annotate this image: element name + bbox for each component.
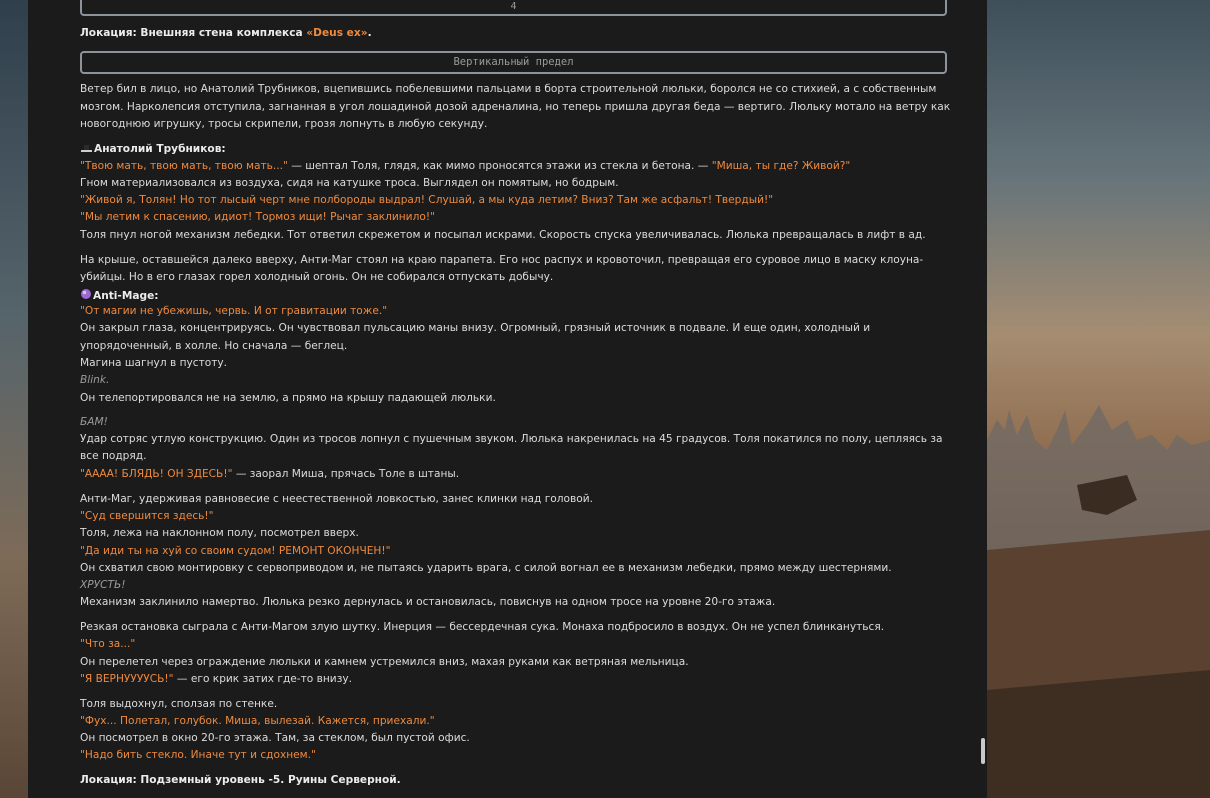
location-prefix: Локация: Внешняя стена комплекса bbox=[80, 27, 307, 39]
quote: "Твою мать, твою мать, твою мать..." bbox=[80, 160, 288, 172]
purple-orb-icon bbox=[80, 288, 92, 303]
dialogue-line: "Надо бить стекло. Иначе тут и сдохнем." bbox=[80, 749, 316, 761]
location-suffix: . bbox=[367, 27, 372, 39]
paragraph-line: Удар сотряс утлую конструкцию. Один из т… bbox=[80, 433, 943, 445]
narration: — заорал Миша, прячась Толе в штаны. bbox=[232, 468, 460, 480]
scrollbar-thumb[interactable] bbox=[981, 738, 985, 764]
dialogue-line: "Мы летим к спасению, идиот! Тормоз ищи!… bbox=[80, 211, 435, 223]
paragraph-line: Он закрыл глаза, концентрируясь. Он чувс… bbox=[80, 322, 871, 334]
page-number-box: 4 bbox=[80, 0, 947, 16]
paragraph-line: Он телепортировался не на землю, а прямо… bbox=[80, 392, 496, 404]
location-highlight: «Deus ex» bbox=[306, 27, 368, 39]
dialogue-line: "Суд свершится здесь!" bbox=[80, 510, 214, 522]
paragraph-line: Ветер бил в лицо, но Анатолий Трубников,… bbox=[80, 83, 937, 95]
quote: "Миша, ты где? Живой?" bbox=[711, 160, 851, 172]
paragraph-line: Он схватил свою монтировку с сервопривод… bbox=[80, 562, 892, 574]
speaker-name: Anti-Mage: bbox=[93, 290, 159, 302]
sfx-line: Blink. bbox=[80, 374, 110, 386]
paragraph-line: все подряд. bbox=[80, 450, 147, 462]
location-line: Локация: Подземный уровень -5. Руины Сер… bbox=[80, 774, 401, 786]
page-number: 4 bbox=[510, 1, 517, 12]
quote: "Я ВЕРНУУУУСЬ!" bbox=[80, 673, 174, 685]
paragraph-line: упорядоченный, в холле. Но сначала — бег… bbox=[80, 340, 348, 352]
paragraph-line: Механизм заклинило намертво. Люлька резк… bbox=[80, 596, 776, 608]
paragraph-line: новогоднюю игрушку, тросы скрипели, гроз… bbox=[80, 118, 488, 130]
paragraph-line: Резкая остановка сыграла с Анти-Магом зл… bbox=[80, 621, 885, 633]
dialogue-line: "Я ВЕРНУУУУСЬ!" — его крик затих где-то … bbox=[80, 673, 352, 685]
location-line: Локация: Внешняя стена комплекса «Deus e… bbox=[80, 27, 372, 39]
paragraph-line: Анти-Маг, удерживая равновесие с неестес… bbox=[80, 493, 594, 505]
background-left-strip bbox=[0, 0, 28, 798]
paragraph-line: Толя выдохнул, сползая по стенке. bbox=[80, 698, 278, 710]
chapter-title-box: Вертикальный предел bbox=[80, 51, 947, 74]
paragraph-line: убийцы. Но в его глазах горел холодный о… bbox=[80, 271, 554, 283]
paragraph-line: Толя, лежа на наклонном полу, посмотрел … bbox=[80, 527, 359, 539]
dialogue-line: "От магии не убежишь, червь. И от гравит… bbox=[80, 305, 388, 317]
quote: "АААА! БЛЯДЬ! ОН ЗДЕСЬ!" bbox=[80, 468, 233, 480]
speaker-line: Анатолий Трубников: bbox=[80, 143, 226, 156]
dialogue-line: "Живой я, Толян! Но тот лысый черт мне п… bbox=[80, 194, 774, 206]
paragraph-line: мозгом. Нарколепсия отступила, загнанная… bbox=[80, 101, 951, 113]
dialogue-line: "Фух... Полетал, голубок. Миша, вылезай.… bbox=[80, 715, 435, 727]
chapter-title: Вертикальный предел bbox=[453, 56, 574, 68]
dialogue-line: "Твою мать, твою мать, твою мать..." — ш… bbox=[80, 160, 850, 172]
paragraph-line: На крыше, оставшейся далеко вверху, Анти… bbox=[80, 254, 924, 266]
dialogue-line: "Что за..." bbox=[80, 638, 136, 650]
paragraph-line: Он посмотрел в окно 20-го этажа. Там, за… bbox=[80, 732, 470, 744]
sfx-line: ХРУСТЬ! bbox=[80, 579, 126, 591]
speaker-name: Анатолий Трубников: bbox=[94, 143, 226, 155]
hat-icon bbox=[80, 143, 93, 156]
dialogue-line: "АААА! БЛЯДЬ! ОН ЗДЕСЬ!" — заорал Миша, … bbox=[80, 468, 459, 480]
ruins-background-art bbox=[987, 405, 1210, 798]
narration: — шептал Толя, глядя, как мимо проносятс… bbox=[287, 160, 712, 172]
paragraph-line: Гном материализовался из воздуха, сидя н… bbox=[80, 177, 619, 189]
paragraph-line: Магина шагнул в пустоту. bbox=[80, 357, 228, 369]
dialogue-line: "Да иди ты на хуй со своим судом! РЕМОНТ… bbox=[80, 545, 391, 557]
paragraph-line: Он перелетел через ограждение люльки и к… bbox=[80, 656, 689, 668]
speaker-line: Anti-Mage: bbox=[80, 288, 159, 303]
narration: — его крик затих где-то внизу. bbox=[173, 673, 352, 685]
paragraph-line: Толя пнул ногой механизм лебедки. Тот от… bbox=[80, 229, 926, 241]
sfx-line: БАМ! bbox=[80, 416, 108, 428]
